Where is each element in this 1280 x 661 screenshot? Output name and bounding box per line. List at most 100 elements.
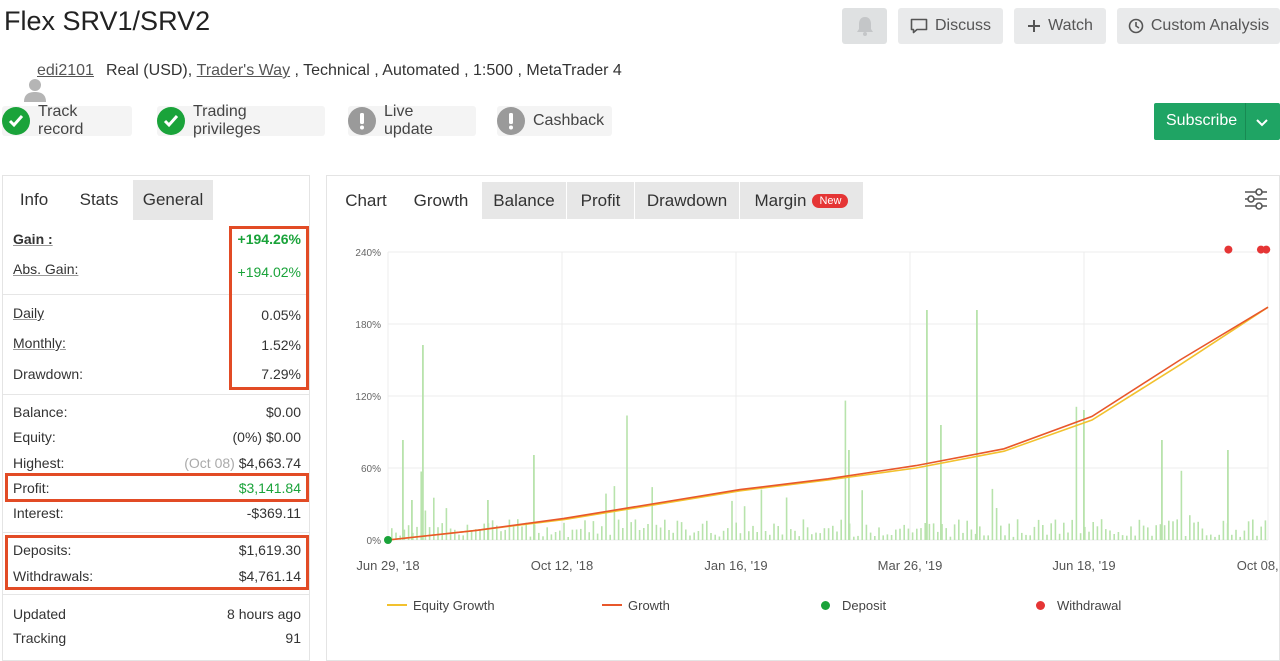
watch-button[interactable]: Watch (1014, 8, 1106, 44)
daily-bar (1256, 535, 1258, 540)
daily-bar (1147, 527, 1149, 540)
badge-live-update[interactable]: Live update (348, 103, 476, 138)
daily-bar (445, 508, 448, 540)
daily-bar (836, 531, 838, 540)
daily-bar (647, 524, 649, 540)
legend-label: Deposit (842, 597, 887, 613)
daily-bar (571, 529, 574, 540)
daily-bar (1205, 535, 1208, 540)
legend-label: Equity Growth (413, 597, 495, 613)
daily-bar (718, 536, 721, 540)
daily-bar (664, 519, 666, 540)
daily-bar (512, 526, 515, 540)
daily-bar (643, 528, 645, 540)
x-tick-label: Jan 16, '19 (704, 558, 767, 573)
daily-bar (1083, 410, 1085, 540)
legend-equity-growth[interactable]: Equity Growth (387, 596, 495, 614)
growth-chart[interactable]: 0% 60% 120% 180% 240% Jun 29, '18 Oct 12, '18 J… (327, 176, 1279, 660)
daily-bar (411, 500, 413, 540)
tab-general[interactable]: General (133, 180, 213, 220)
notify-button[interactable] (842, 8, 887, 44)
badge-trading-privileges[interactable]: Trading privileges (157, 103, 325, 138)
daily-bar (1260, 526, 1262, 540)
daily-bar (601, 526, 603, 540)
stat-label[interactable]: Abs. Gain: (13, 261, 78, 277)
daily-bar (743, 506, 746, 540)
daily-bar (1214, 536, 1216, 540)
stat-interest: Interest: -$369.11 (13, 502, 301, 526)
daily-bar (953, 524, 956, 540)
chevron-down-icon[interactable] (1255, 115, 1269, 133)
daily-bar (659, 527, 662, 540)
daily-bar (1004, 535, 1006, 540)
daily-bar (542, 536, 544, 540)
daily-bar (1058, 533, 1061, 540)
tab-stats[interactable]: Stats (65, 180, 133, 220)
daily-bar (1155, 525, 1157, 540)
account-meta: edi2101 Real (USD), Trader's Way , Techn… (4, 58, 622, 102)
stat-label[interactable]: Monthly: (13, 335, 66, 351)
daily-bar (622, 528, 624, 540)
daily-bar (525, 522, 527, 540)
check-icon (2, 107, 30, 135)
y-tick-label: 0% (367, 536, 382, 547)
broker-link[interactable]: Trader's Way (197, 62, 290, 80)
daily-bar (781, 534, 784, 540)
daily-bar (487, 500, 489, 540)
discuss-button[interactable]: Discuss (898, 8, 1003, 44)
tab-info[interactable]: Info (3, 180, 65, 220)
subscribe-button[interactable]: Subscribe (1154, 103, 1280, 140)
stat-label: Drawdown: (13, 366, 84, 382)
daily-bar (886, 534, 889, 540)
daily-bar (991, 488, 994, 540)
custom-analysis-button[interactable]: Custom Analysis (1117, 8, 1280, 44)
daily-bar (777, 526, 779, 540)
deposit-point (384, 536, 392, 544)
daily-bar (920, 528, 922, 540)
stat-label[interactable]: Gain : (13, 231, 53, 247)
x-tick-label: Mar 26, '19 (878, 558, 943, 573)
stat-label: Tracking (13, 630, 67, 646)
legend-dot-icon (821, 600, 830, 610)
badge-track-record[interactable]: Track record (2, 103, 132, 138)
daily-bar (1092, 522, 1094, 540)
daily-bar (1042, 525, 1044, 540)
daily-bar (895, 529, 897, 540)
daily-bar (926, 310, 928, 540)
daily-bar (748, 531, 750, 540)
daily-bar (907, 528, 910, 540)
daily-bar (1067, 532, 1069, 540)
badge-cashback[interactable]: Cashback (497, 106, 612, 136)
daily-bar (1117, 532, 1120, 540)
daily-bar (806, 527, 809, 540)
daily-bar (962, 532, 964, 540)
legend-line-icon (387, 604, 407, 606)
daily-bar (693, 532, 695, 540)
legend-deposit[interactable]: Deposit (821, 596, 886, 614)
stat-label[interactable]: Daily (13, 305, 44, 321)
daily-bar (1235, 529, 1237, 540)
username-link[interactable]: edi2101 (37, 62, 94, 80)
stat-value: 91 (285, 630, 301, 646)
daily-bar (580, 528, 582, 540)
daily-bar (731, 500, 733, 540)
daily-bar (773, 523, 775, 540)
daily-bar (563, 522, 565, 540)
daily-bar (1163, 525, 1166, 540)
legend-growth[interactable]: Growth (602, 596, 670, 614)
daily-bar (899, 528, 901, 540)
daily-bar (1054, 519, 1057, 540)
plus-icon (1027, 19, 1041, 33)
chart-panel: Chart Growth Balance Profit Drawdown Mar… (326, 175, 1280, 661)
daily-bar (402, 440, 404, 540)
clock-icon (1128, 18, 1144, 34)
daily-bar (790, 529, 792, 540)
daily-bar (676, 520, 679, 540)
daily-bar (958, 519, 960, 540)
legend-withdrawal[interactable]: Withdrawal (1036, 596, 1121, 614)
stat-balance: Balance: $0.00 (13, 401, 301, 425)
daily-bar (1021, 532, 1023, 540)
custom-analysis-label: Custom Analysis (1150, 17, 1270, 34)
daily-bar (1071, 519, 1073, 540)
daily-bar (529, 536, 532, 540)
